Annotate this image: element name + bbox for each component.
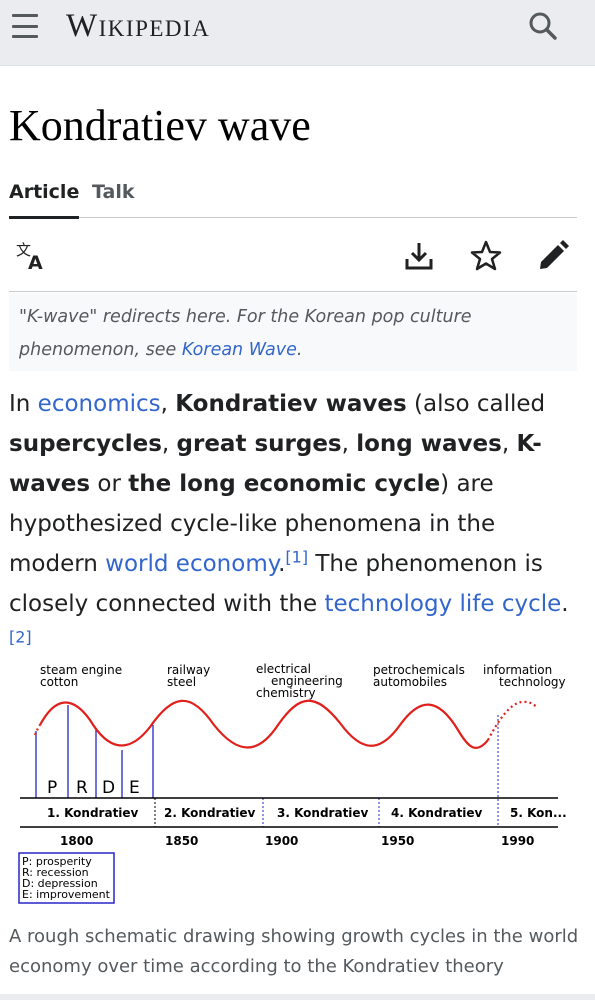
legend-item: E: improvement (22, 888, 111, 901)
technology-life-cycle-link[interactable]: technology life cycle (324, 591, 561, 617)
tab-talk[interactable]: Talk (92, 178, 134, 206)
tech-label: chemistry (256, 686, 316, 700)
korean-wave-link[interactable]: Korean Wave (182, 340, 297, 360)
intro-paragraph: In economics, Kondratiev waves (also cal… (9, 384, 585, 664)
bold-term: great surges (176, 431, 342, 457)
hatnote: "K-wave" redirects here. For the Korean … (9, 293, 577, 371)
language-icon[interactable]: 文 A (15, 239, 49, 274)
year-label: 1850 (165, 834, 198, 848)
year-label: 1950 (381, 834, 414, 848)
bold-term: the long economic cycle (128, 471, 441, 497)
phase-letter: R (76, 778, 88, 798)
download-icon[interactable] (402, 239, 436, 273)
bold-term: long waves (356, 431, 502, 457)
phase-letter: E (129, 778, 140, 798)
bold-term: supercycles (9, 431, 162, 457)
tab-article[interactable]: Article (9, 178, 80, 219)
intro-text: In (9, 391, 38, 417)
year-label: 1900 (265, 834, 298, 848)
top-bar: Wikipedia (0, 0, 595, 66)
page-tabs: Article Talk (9, 176, 577, 219)
intro-text: or (90, 471, 129, 497)
wikipedia-wordmark[interactable]: Wikipedia (66, 6, 210, 46)
intro-text: , (160, 391, 176, 417)
world-economy-link[interactable]: world economy (105, 551, 278, 577)
intro-text: , (501, 431, 517, 457)
tech-label: steel (167, 675, 196, 689)
wave-label: 2. Kondratiev (164, 806, 256, 820)
page-actions-toolbar: 文 A (9, 219, 577, 292)
search-icon[interactable] (526, 9, 560, 43)
intro-text: , (161, 431, 177, 457)
svg-text:A: A (28, 252, 43, 273)
intro-text: . (561, 591, 569, 617)
wave-label: 4. Kondratiev (391, 806, 483, 820)
star-icon[interactable] (469, 239, 503, 273)
tech-label: technology (499, 675, 566, 689)
phase-letter: D (102, 778, 115, 798)
figure-caption: A rough schematic drawing showing growth… (9, 926, 579, 977)
wave-label: 1. Kondratiev (47, 806, 139, 820)
reference-2-link[interactable]: [2] (9, 627, 32, 646)
bottom-bar (0, 994, 595, 1000)
reference-1-link[interactable]: [1] (285, 547, 308, 566)
phase-letter: P (47, 778, 57, 798)
year-label: 1990 (501, 834, 534, 848)
kondratiev-diagram: steam engine cotton railway steel electr… (18, 662, 567, 904)
intro-text: (also called (406, 391, 546, 417)
intro-text: , (341, 431, 357, 457)
economics-link[interactable]: economics (38, 391, 161, 417)
hatnote-period: . (296, 340, 303, 360)
wave-curve (39, 699, 489, 749)
kondratiev-wave-figure[interactable]: steam engine cotton railway steel electr… (10, 655, 580, 905)
tech-label: automobiles (373, 675, 447, 689)
wave-label: 3. Kondratiev (277, 806, 369, 820)
hamburger-menu-icon[interactable] (10, 12, 40, 40)
edit-pencil-icon[interactable] (536, 239, 570, 273)
bold-term: Kondratiev waves (175, 391, 407, 417)
tech-label: cotton (40, 675, 78, 689)
page-title: Kondratiev wave (9, 101, 311, 150)
wave-label: 5. Kon... (510, 806, 567, 820)
year-label: 1800 (60, 834, 93, 848)
